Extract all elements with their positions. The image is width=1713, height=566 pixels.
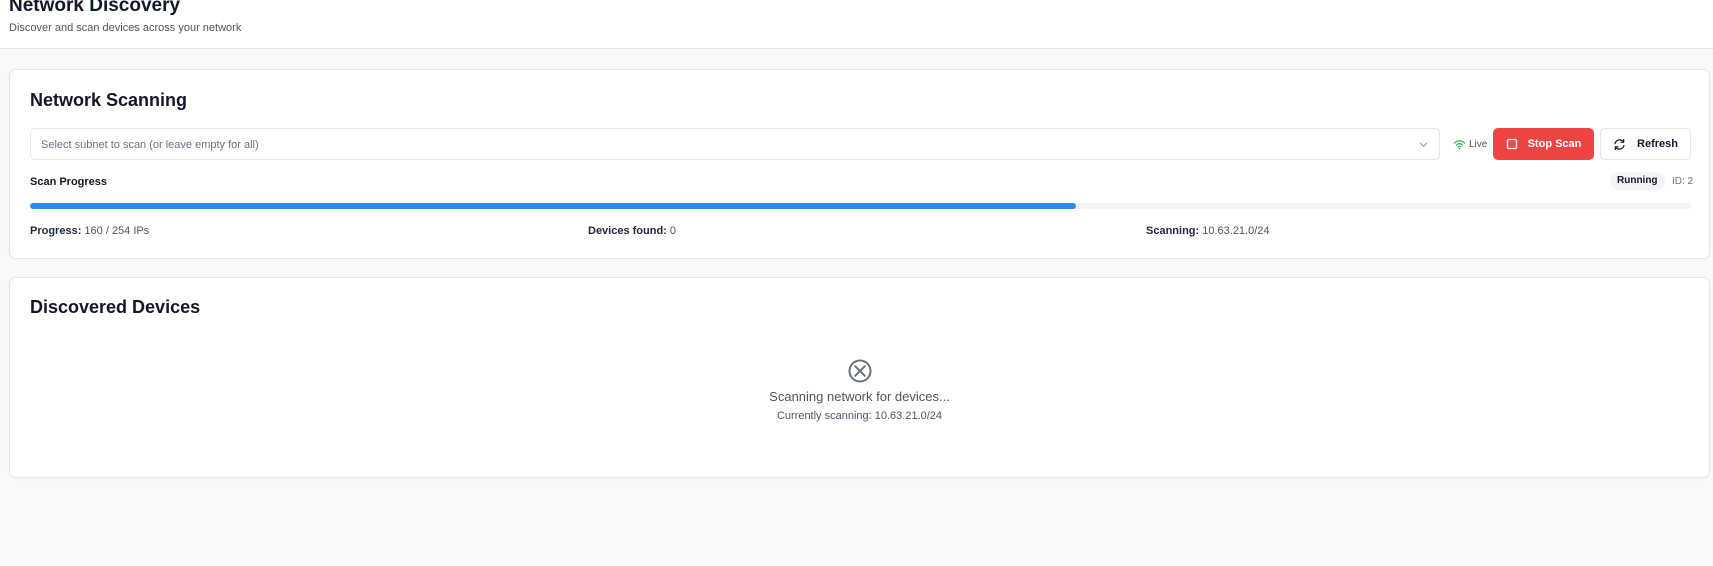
empty-state-title: Scanning network for devices... [769, 389, 950, 404]
progress-stat: Progress: 160 / 254 IPs [30, 225, 149, 237]
refresh-label: Refresh [1637, 138, 1678, 150]
progress-stat-key: Progress: [30, 225, 82, 237]
refresh-icon [1614, 138, 1625, 150]
devices-found-value: 0 [669, 225, 677, 237]
refresh-button[interactable]: Refresh [1600, 128, 1691, 160]
empty-state-subtitle: Currently scanning: 10.63.21.0/24 [776, 410, 943, 422]
live-indicator: Live [1453, 136, 1487, 152]
page-subtitle: Discover and scan devices across your ne… [9, 22, 242, 34]
devices-found-stat: Devices found: 0 [588, 225, 676, 237]
scan-progress-bar [30, 203, 1691, 209]
chevron-down-icon [1419, 142, 1428, 147]
live-label: Live [1469, 138, 1488, 150]
devices-found-key: Devices found: [588, 225, 667, 237]
progress-stat-value: 160 / 254 IPs [84, 225, 150, 237]
discovered-devices-title: Discovered Devices [30, 297, 201, 317]
empty-state: Scanning network for devices... Currentl… [10, 358, 1709, 423]
page-header: Network Discovery Discover and scan devi… [0, 0, 1713, 49]
page-title: Network Discovery [9, 0, 181, 16]
subnet-select-placeholder: Select subnet to scan (or leave empty fo… [41, 139, 259, 151]
stop-scan-button[interactable]: Stop Scan [1493, 128, 1594, 160]
wifi-icon [1453, 139, 1466, 150]
scanning-value: 10.63.21.0/24 [1202, 225, 1270, 237]
stop-square-icon [1506, 138, 1517, 150]
network-scanning-card: Network Scanning Select subnet to scan (… [9, 69, 1710, 259]
subnet-select[interactable]: Select subnet to scan (or leave empty fo… [30, 128, 1440, 160]
scan-id: ID: 2 [1672, 176, 1694, 187]
scan-x-circle-icon [848, 359, 871, 383]
discovered-devices-card: Discovered Devices Scanning network for … [9, 277, 1710, 478]
scanning-stat: Scanning: 10.63.21.0/24 [1146, 225, 1270, 237]
scan-progress-label: Scan Progress [30, 176, 108, 188]
scanning-key: Scanning: [1146, 225, 1200, 237]
scan-progress-fill [30, 203, 1077, 209]
stop-scan-label: Stop Scan [1527, 138, 1582, 150]
status-badge: Running [1610, 172, 1665, 190]
network-scanning-title: Network Scanning [30, 90, 188, 110]
